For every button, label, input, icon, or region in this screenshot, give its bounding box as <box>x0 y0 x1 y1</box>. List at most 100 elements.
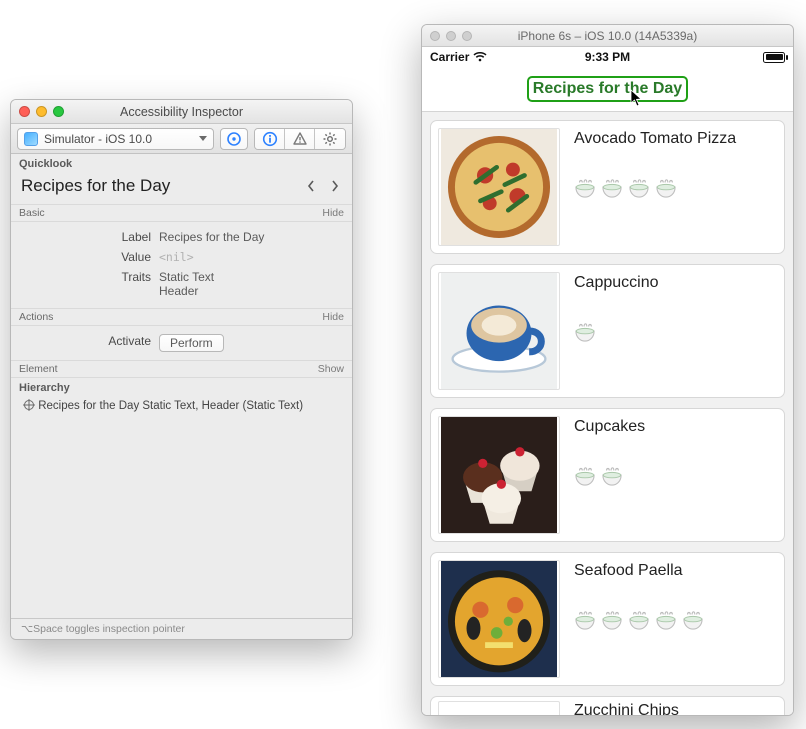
page-title: Recipes for the Day <box>533 80 682 98</box>
previous-element-button[interactable] <box>306 179 316 193</box>
target-label: Simulator - iOS 10.0 <box>44 132 152 146</box>
inspection-pointer-button[interactable] <box>220 128 248 150</box>
perform-button[interactable]: Perform <box>159 334 224 352</box>
next-element-button[interactable] <box>330 179 340 193</box>
quicklook-section-header: Quicklook <box>11 154 352 172</box>
prop-value-key: Value <box>19 250 159 264</box>
crosshair-icon <box>226 131 242 147</box>
recipe-rating <box>574 466 777 486</box>
recipe-card[interactable]: Seafood Paella <box>430 552 785 686</box>
bowl-icon <box>601 610 623 630</box>
inspector-footer-hint: ⌥Space toggles inspection pointer <box>11 618 352 639</box>
recipe-rating <box>574 178 777 198</box>
recipe-list[interactable]: Avocado Tomato Pizza <box>422 112 793 715</box>
mode-inspect[interactable] <box>255 129 285 149</box>
recipe-rating <box>574 322 777 342</box>
simulated-screen: Carrier 9:33 PM Recipes for the Day <box>422 47 793 715</box>
bowl-icon <box>655 178 677 198</box>
recipe-title: Cupcakes <box>574 418 777 436</box>
quicklook-title: Recipes for the Day <box>21 176 170 196</box>
simulator-titlebar: iPhone 6s – iOS 10.0 (14A5339a) <box>422 25 793 47</box>
bowl-icon <box>574 466 596 486</box>
bowl-icon <box>574 322 596 342</box>
prop-label-value: Recipes for the Day <box>159 230 344 244</box>
recipe-title: Zucchini Chips <box>574 702 679 715</box>
accessibility-inspector-window: Accessibility Inspector Simulator - iOS … <box>10 99 353 640</box>
ios-status-bar: Carrier 9:33 PM <box>422 47 793 67</box>
sim-traffic-lights <box>430 31 472 41</box>
warning-triangle-icon <box>292 131 308 147</box>
actions-hide-link[interactable]: Hide <box>322 311 344 323</box>
minimize-icon[interactable] <box>446 31 456 41</box>
chevron-down-icon <box>199 136 207 141</box>
recipe-title: Cappuccino <box>574 274 777 292</box>
bowl-icon <box>574 610 596 630</box>
prop-label-key: Label <box>19 230 159 244</box>
actions-label: Actions <box>19 311 53 323</box>
recipe-card[interactable]: Zucchini Chips <box>430 696 785 715</box>
recipe-thumbnail <box>438 272 560 390</box>
inspector-body: Quicklook Recipes for the Day Basic Hide… <box>11 154 352 618</box>
crosshair-icon <box>23 399 35 411</box>
mode-segmented <box>254 128 346 150</box>
cupcakes-icon <box>439 417 559 533</box>
close-icon[interactable] <box>19 106 30 117</box>
cappuccino-icon <box>439 273 559 389</box>
prop-traits-value: Static Text Header <box>159 270 344 298</box>
bowl-icon <box>655 610 677 630</box>
recipe-thumbnail <box>438 560 560 678</box>
actions-properties: Activate Perform <box>11 326 352 360</box>
recipe-card[interactable]: Cappuccino <box>430 264 785 398</box>
recipe-card[interactable]: Cupcakes <box>430 408 785 542</box>
gear-icon <box>322 131 338 147</box>
battery-icon <box>763 52 785 63</box>
app-header: Recipes for the Day <box>422 67 793 112</box>
mode-settings[interactable] <box>315 129 345 149</box>
trait-1: Static Text <box>159 270 344 284</box>
element-section-header: Element Show <box>11 360 352 378</box>
quicklook-row: Recipes for the Day <box>11 172 352 204</box>
element-label: Element <box>19 363 58 375</box>
basic-hide-link[interactable]: Hide <box>322 207 344 219</box>
recipe-rating <box>574 610 777 630</box>
minimize-icon[interactable] <box>36 106 47 117</box>
zoom-icon[interactable] <box>53 106 64 117</box>
close-icon[interactable] <box>430 31 440 41</box>
recipe-title: Seafood Paella <box>574 562 777 580</box>
inspector-toolbar: Simulator - iOS 10.0 <box>11 124 352 154</box>
recipe-thumbnail <box>438 701 560 715</box>
target-picker[interactable]: Simulator - iOS 10.0 <box>17 128 214 150</box>
simulator-app-icon <box>24 132 38 146</box>
bowl-icon <box>628 178 650 198</box>
action-activate-key: Activate <box>19 334 159 352</box>
element-show-link[interactable]: Show <box>318 363 344 375</box>
recipe-title: Avocado Tomato Pizza <box>574 130 777 148</box>
basic-section-header: Basic Hide <box>11 204 352 222</box>
inspector-titlebar: Accessibility Inspector <box>11 100 352 124</box>
recipe-thumbnail <box>438 128 560 246</box>
prop-value-value: <nil> <box>159 250 344 264</box>
bowl-icon <box>601 466 623 486</box>
trait-2: Header <box>159 284 344 298</box>
bowl-icon <box>682 610 704 630</box>
paella-icon <box>439 561 559 677</box>
prop-traits-key: Traits <box>19 270 159 298</box>
traffic-lights <box>19 106 64 117</box>
hierarchy-text: Recipes for the Day Static Text, Header … <box>38 400 303 412</box>
zoom-icon[interactable] <box>462 31 472 41</box>
info-icon <box>262 131 278 147</box>
basic-properties: Label Recipes for the Day Value <nil> Tr… <box>11 222 352 308</box>
actions-section-header: Actions Hide <box>11 308 352 326</box>
recipe-card[interactable]: Avocado Tomato Pizza <box>430 120 785 254</box>
mode-audit[interactable] <box>285 129 315 149</box>
recipe-thumbnail <box>438 416 560 534</box>
simulator-window: iPhone 6s – iOS 10.0 (14A5339a) Carrier … <box>421 24 794 716</box>
hierarchy-section-header: Hierarchy <box>11 378 352 396</box>
pizza-icon <box>439 129 559 245</box>
basic-label: Basic <box>19 207 45 219</box>
hierarchy-row[interactable]: Recipes for the Day Static Text, Header … <box>11 396 352 414</box>
simulator-title: iPhone 6s – iOS 10.0 (14A5339a) <box>422 29 793 43</box>
bowl-icon <box>628 610 650 630</box>
bowl-icon <box>574 178 596 198</box>
clock-label: 9:33 PM <box>422 50 793 64</box>
